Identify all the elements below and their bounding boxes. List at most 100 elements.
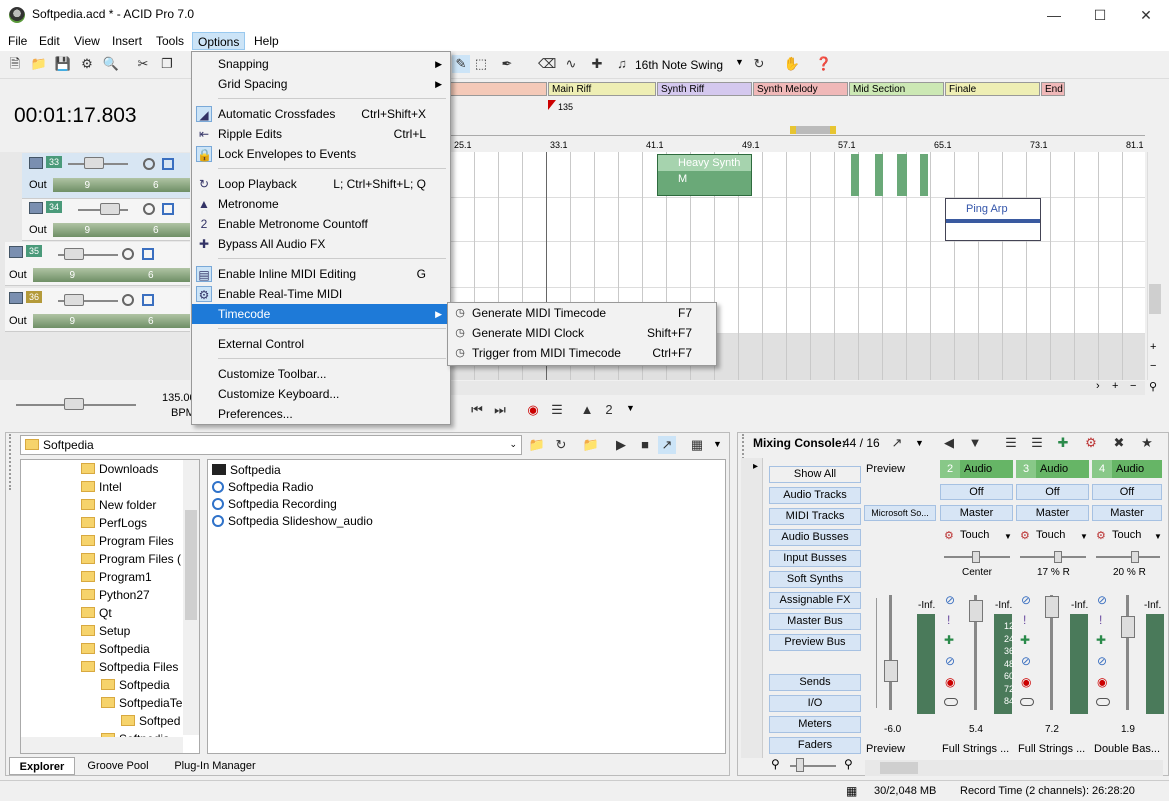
mute-icon[interactable]: ⊘ bbox=[945, 593, 955, 607]
menu-options[interactable]: Options bbox=[192, 32, 246, 50]
mixer-zoom-in-icon[interactable]: ⚲ bbox=[844, 757, 853, 771]
show-all-button[interactable]: Show All bbox=[769, 466, 861, 483]
phase-icon[interactable] bbox=[1096, 698, 1110, 706]
open-icon[interactable]: 📁 bbox=[30, 55, 48, 73]
metronome-icon[interactable]: ▲ bbox=[578, 401, 596, 419]
mixer-zoom-out-icon[interactable]: ⚲ bbox=[771, 757, 780, 771]
h-zoom-in-icon[interactable]: + bbox=[1112, 380, 1118, 392]
menu-item-metronome[interactable]: ▲ Metronome bbox=[192, 194, 450, 214]
channel-touch[interactable]: Touch bbox=[1036, 529, 1065, 541]
snap-icon[interactable]: ↻ bbox=[750, 55, 768, 73]
pan-knob[interactable] bbox=[1131, 551, 1139, 563]
render-icon[interactable]: ⚙ bbox=[78, 55, 96, 73]
tree-item[interactable]: Softpedia bbox=[81, 640, 150, 658]
bypass-icon[interactable]: ⊘ bbox=[1021, 654, 1031, 668]
panel-grip[interactable] bbox=[9, 434, 14, 490]
file-item[interactable]: Softpedia Slideshow_audio bbox=[212, 513, 373, 530]
menu-item-bypass-fx[interactable]: ✚ Bypass All Audio FX bbox=[192, 234, 450, 254]
solo-icon[interactable]: ! bbox=[947, 613, 950, 627]
zoom-icon[interactable]: ✚ bbox=[588, 55, 606, 73]
bypass-icon[interactable]: ⊘ bbox=[945, 654, 955, 668]
new-icon[interactable]: 🗎 bbox=[6, 55, 24, 73]
track-out-meter[interactable]: 96 bbox=[53, 178, 190, 192]
refresh-icon[interactable]: ↻ bbox=[552, 436, 570, 454]
channel-touch[interactable]: Touch bbox=[960, 529, 989, 541]
file-list[interactable]: Softpedia Softpedia Radio Softpedia Reco… bbox=[207, 459, 726, 754]
pencil-icon[interactable]: ✎ bbox=[452, 55, 470, 73]
channel-3-header[interactable]: 3 Audio bbox=[1016, 460, 1089, 478]
event-block[interactable] bbox=[851, 154, 859, 196]
mixer-zoom-knob[interactable] bbox=[796, 758, 804, 772]
menu-item-timecode[interactable]: Timecode ▶ bbox=[192, 304, 450, 324]
stop-icon[interactable]: ■ bbox=[636, 436, 654, 454]
file-item[interactable]: Softpedia Recording bbox=[212, 496, 337, 513]
preview-fader-track[interactable] bbox=[889, 595, 892, 710]
menu-item-external-control[interactable]: External Control bbox=[192, 334, 450, 354]
channel-fader-knob[interactable] bbox=[969, 600, 983, 622]
preview-device[interactable]: Microsoft So... bbox=[864, 505, 936, 521]
tree-item[interactable]: Softped bbox=[121, 712, 180, 730]
solo-icon[interactable] bbox=[162, 203, 174, 215]
tree-item[interactable]: Softpedia bbox=[101, 676, 170, 694]
erase-icon[interactable]: ⌫ bbox=[538, 55, 556, 73]
channel-fader-knob[interactable] bbox=[1121, 616, 1135, 638]
menu-item-customize-keyboard[interactable]: Customize Keyboard... bbox=[192, 384, 450, 404]
tree-item[interactable]: SoftpediaTe bbox=[101, 694, 182, 712]
event-block[interactable] bbox=[920, 154, 928, 196]
fx-icon[interactable]: ✚ bbox=[1020, 633, 1030, 647]
solo-icon[interactable]: ! bbox=[1099, 613, 1102, 627]
tree-item[interactable]: Downloads bbox=[81, 460, 158, 478]
channel-fader-track[interactable] bbox=[1126, 595, 1129, 710]
tab-plugin-manager[interactable]: Plug-In Manager bbox=[165, 757, 265, 775]
zoom-in-icon[interactable]: + bbox=[1150, 341, 1156, 353]
region-marker[interactable]: Mid Section bbox=[849, 82, 944, 96]
audio-busses-button[interactable]: Audio Busses bbox=[769, 529, 861, 546]
master-bus-button[interactable]: Master Bus bbox=[769, 613, 861, 630]
track-volume-knob[interactable] bbox=[64, 248, 84, 260]
loop-region[interactable] bbox=[790, 126, 836, 134]
h-zoom-out-icon[interactable]: − bbox=[1130, 380, 1136, 392]
fx-icon[interactable]: ✚ bbox=[1096, 633, 1106, 647]
pan-knob[interactable] bbox=[1054, 551, 1062, 563]
tree-scrollbar-thumb[interactable] bbox=[185, 510, 197, 620]
mixer-side-scroll[interactable] bbox=[741, 458, 763, 758]
menu-item-loop-playback[interactable]: ↻ Loop Playback L; Ctrl+Shift+L; Q bbox=[192, 174, 450, 194]
help-icon[interactable]: ❓ bbox=[815, 55, 833, 73]
automation-icon[interactable]: ⚙ bbox=[944, 529, 954, 542]
track-lane[interactable] bbox=[450, 152, 1145, 198]
menu-item-trigger-midi-timecode[interactable]: ◷ Trigger from MIDI Timecode Ctrl+F7 bbox=[448, 343, 716, 363]
arm-record-icon[interactable]: ◉ bbox=[945, 675, 955, 689]
maximize-button[interactable]: ☐ bbox=[1077, 0, 1123, 30]
downmix-icon[interactable]: ▼ bbox=[966, 434, 984, 452]
tree-item[interactable]: Setup bbox=[81, 622, 130, 640]
minimize-button[interactable]: — bbox=[1031, 0, 1077, 30]
assignable-fx-button[interactable]: Assignable FX bbox=[769, 592, 861, 609]
region-marker[interactable]: Finale bbox=[945, 82, 1040, 96]
menu-item-lock-envelopes[interactable]: 🔒 Lock Envelopes to Events bbox=[192, 144, 450, 164]
faders-button[interactable]: Faders bbox=[769, 737, 861, 754]
solo-icon[interactable] bbox=[162, 158, 174, 170]
region-marker[interactable]: End bbox=[1041, 82, 1065, 96]
menu-file[interactable]: File bbox=[3, 32, 32, 50]
io-button[interactable]: I/O bbox=[769, 695, 861, 712]
tempo-marker-icon[interactable] bbox=[548, 100, 556, 110]
menu-help[interactable]: Help bbox=[249, 32, 284, 50]
menu-item-automatic-crossfades[interactable]: ◢ Automatic Crossfades Ctrl+Shift+X bbox=[192, 104, 450, 124]
mute-icon[interactable]: ⊘ bbox=[1021, 593, 1031, 607]
mixer-icon[interactable]: ☰ bbox=[548, 401, 566, 419]
mixer-menu-icon[interactable]: ↗ bbox=[888, 434, 906, 452]
automation-icon[interactable]: ⚙ bbox=[1020, 529, 1030, 542]
tree-item[interactable]: PerfLogs bbox=[81, 514, 147, 532]
mixer-scroll-icon[interactable]: ▸ bbox=[753, 461, 758, 472]
mute-icon[interactable] bbox=[143, 158, 155, 170]
copy-icon[interactable]: ❐ bbox=[158, 55, 176, 73]
menu-insert[interactable]: Insert bbox=[107, 32, 147, 50]
tree-item[interactable]: Python27 bbox=[81, 586, 150, 604]
mixer-h-scrollbar-thumb[interactable] bbox=[880, 762, 918, 774]
record-fx-icon[interactable]: ⚙ bbox=[1082, 434, 1100, 452]
meters-button[interactable]: Meters bbox=[769, 716, 861, 733]
insert-synth-icon[interactable]: ✚ bbox=[1054, 434, 1072, 452]
mute-icon[interactable]: ⊘ bbox=[1097, 593, 1107, 607]
pan-slider[interactable] bbox=[1096, 556, 1160, 558]
h-zoom-icon[interactable]: ⚲ bbox=[1149, 380, 1157, 393]
